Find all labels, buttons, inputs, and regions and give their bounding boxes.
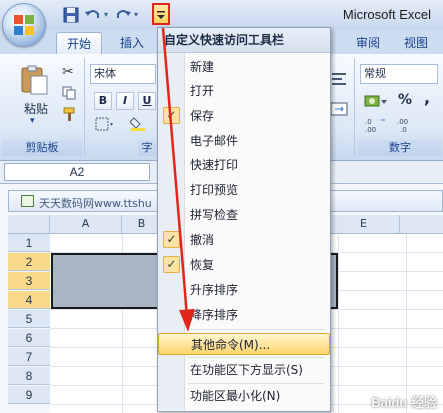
name-box[interactable]: A2 xyxy=(4,163,150,181)
row-header[interactable]: 6 xyxy=(8,329,50,347)
paste-icon[interactable] xyxy=(18,64,50,96)
menu-item-sort-ascending[interactable]: 升序排序 xyxy=(158,279,330,301)
menu-item-open[interactable]: 打开 xyxy=(158,80,330,102)
svg-text:.0: .0 xyxy=(400,126,407,134)
row-header[interactable]: 3 xyxy=(8,272,50,290)
menu-item-show-below-ribbon[interactable]: 在功能区下方显示(S) xyxy=(158,359,330,381)
tab-home[interactable]: 开始 xyxy=(56,32,103,54)
alignment-icon[interactable] xyxy=(330,70,348,88)
cut-icon[interactable]: ✂ xyxy=(62,64,74,80)
row-header[interactable]: 2 xyxy=(8,253,50,271)
menu-item-email[interactable]: 电子邮件 xyxy=(158,130,330,152)
menu-separator xyxy=(188,383,324,384)
office-button[interactable] xyxy=(2,3,46,47)
row-header[interactable]: 8 xyxy=(8,367,50,385)
font-name-combo[interactable]: 宋体 xyxy=(90,64,156,84)
app-title: Microsoft Excel xyxy=(342,7,431,22)
undo-icon[interactable] xyxy=(84,6,102,24)
grid-line xyxy=(406,234,407,413)
menu-header: 自定义快速访问工具栏 xyxy=(158,28,330,53)
svg-text:.00: .00 xyxy=(365,126,376,134)
number-format-combo[interactable]: 常规 xyxy=(360,64,438,84)
underline-button[interactable]: U xyxy=(138,92,156,110)
format-painter-icon[interactable] xyxy=(62,106,78,122)
workbook-icon xyxy=(21,195,34,207)
paste-label[interactable]: 粘贴 xyxy=(24,100,48,117)
tab-insert[interactable]: 插入 xyxy=(110,32,154,54)
menu-item-save[interactable]: 保存 xyxy=(158,105,330,127)
row-header[interactable]: 5 xyxy=(8,310,50,328)
menu-item-more-commands[interactable]: 其他命令(M)... xyxy=(158,333,330,355)
svg-text:.00: .00 xyxy=(397,118,408,126)
tab-view[interactable]: 视图 xyxy=(394,32,438,54)
paste-dropdown-icon[interactable]: ▾ xyxy=(30,116,35,126)
comma-button[interactable]: , xyxy=(424,88,430,107)
percent-button[interactable]: % xyxy=(398,92,412,108)
increase-decimal-icon[interactable]: .0.00 xyxy=(364,116,388,134)
qat-customize-button[interactable] xyxy=(152,3,170,25)
fill-color-icon[interactable] xyxy=(129,114,152,132)
watermark: Baidu 经验 xyxy=(371,395,437,410)
font-group-label: 字 xyxy=(138,140,156,156)
svg-text:.0: .0 xyxy=(365,118,372,126)
save-icon[interactable] xyxy=(62,6,80,24)
qat-customize-menu: 自定义快速访问工具栏 新建 打开 ✓ 保存 电子邮件 快速打印 打印预览 拼写检… xyxy=(157,27,331,412)
column-header[interactable]: A xyxy=(50,215,122,233)
redo-dropdown-icon[interactable]: ▾ xyxy=(134,10,138,19)
merge-cells-icon[interactable] xyxy=(330,100,348,118)
chevron-down-icon xyxy=(157,11,165,19)
italic-button[interactable]: I xyxy=(116,92,134,110)
row-header[interactable]: 7 xyxy=(8,348,50,366)
menu-item-spelling[interactable]: 拼写检查 xyxy=(158,204,330,226)
column-header[interactable]: B xyxy=(122,215,162,233)
row-header[interactable]: 9 xyxy=(8,386,50,404)
menu-item-quick-print[interactable]: 快速打印 xyxy=(158,154,330,176)
borders-icon[interactable] xyxy=(94,116,114,132)
clipboard-group-label: 剪贴板 xyxy=(2,140,82,156)
select-all-corner[interactable] xyxy=(8,215,50,233)
decrease-decimal-icon[interactable]: .00.0 xyxy=(396,116,420,134)
copy-icon[interactable] xyxy=(62,86,76,100)
currency-icon[interactable] xyxy=(364,92,388,110)
redo-icon[interactable] xyxy=(114,6,132,24)
menu-item-redo[interactable]: 恢复 xyxy=(158,254,330,276)
menu-item-undo[interactable]: 撤消 xyxy=(158,229,330,251)
grid-line xyxy=(338,234,339,413)
menu-item-new[interactable]: 新建 xyxy=(158,56,330,78)
group-separator xyxy=(354,58,355,156)
undo-dropdown-icon[interactable]: ▾ xyxy=(104,10,108,19)
menu-item-minimize-ribbon[interactable]: 功能区最小化(N) xyxy=(158,385,330,407)
workbook-title: 天天数码网www.ttshu xyxy=(39,197,152,210)
menu-separator xyxy=(188,329,324,330)
menu-item-print-preview[interactable]: 打印预览 xyxy=(158,179,330,201)
tab-review[interactable]: 审阅 xyxy=(346,32,390,54)
office-logo-icon xyxy=(14,15,34,35)
group-separator xyxy=(84,58,85,156)
row-header[interactable]: 1 xyxy=(8,234,50,252)
number-group-label: 数字 xyxy=(358,140,442,156)
bold-button[interactable]: B xyxy=(94,92,112,110)
menu-item-sort-descending[interactable]: 降序排序 xyxy=(158,304,330,326)
column-header[interactable]: E xyxy=(328,215,400,233)
menu-separator xyxy=(188,357,324,358)
row-header[interactable]: 4 xyxy=(8,291,50,309)
